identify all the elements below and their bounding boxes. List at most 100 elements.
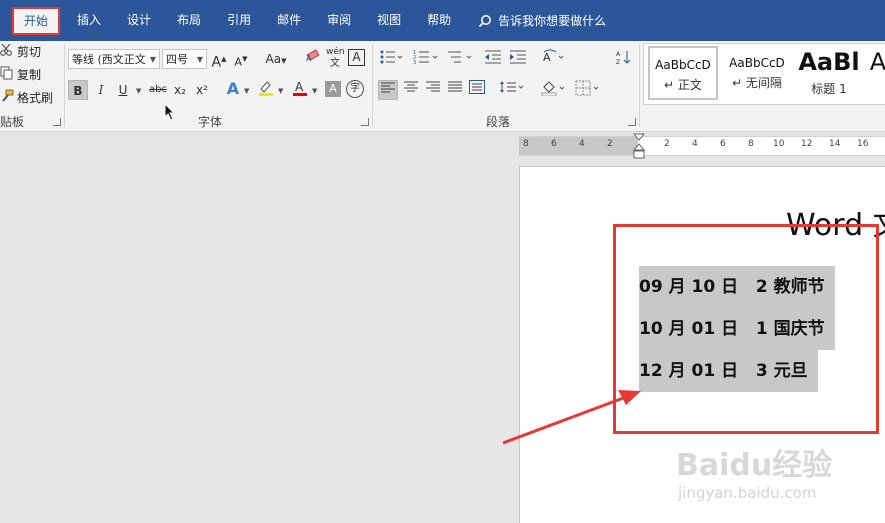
font-name-select[interactable]: 等线 (西文正文 ▼ [68, 49, 160, 69]
tell-me-search[interactable]: 告诉我你想要做什么 [478, 12, 606, 29]
ruler-number: 12 [801, 139, 813, 149]
highlighter-icon [257, 81, 275, 100]
increase-indent-button[interactable] [508, 49, 528, 69]
tab-view[interactable]: 视图 [364, 0, 414, 41]
styles-gallery[interactable]: AaBbCcD ↵ 正文 AaBbCcD ↵ 无间隔 AaBl 标题 1 A [643, 43, 885, 105]
style-heading-1[interactable]: AaBl 标题 1 [796, 46, 862, 100]
subscript-label: x₂ [174, 83, 186, 97]
tab-mailings[interactable]: 邮件 [264, 0, 314, 41]
line-spacing-button[interactable] [498, 80, 526, 100]
style-normal[interactable]: AaBbCcD ↵ 正文 [648, 46, 718, 100]
style-sample: A [869, 48, 885, 76]
search-icon [478, 14, 492, 28]
align-left-button[interactable] [378, 80, 398, 100]
align-right-icon [425, 81, 441, 97]
paragraph-launcher-icon[interactable] [628, 118, 636, 126]
bold-button[interactable]: B [68, 80, 88, 100]
tab-references[interactable]: 引用 [214, 0, 264, 41]
shrink-font-button[interactable]: A▼ [233, 49, 249, 69]
tab-design[interactable]: 设计 [114, 0, 164, 41]
subscript-button[interactable]: x₂ [171, 80, 189, 100]
style-name: ↵ 无间隔 [732, 76, 782, 90]
char-border-button[interactable]: A [348, 49, 365, 66]
distribute-icon [469, 80, 485, 97]
tab-layout[interactable]: 布局 [164, 0, 214, 41]
tab-help[interactable]: 帮助 [414, 0, 464, 41]
ruler-number: 4 [692, 139, 698, 149]
style-no-spacing[interactable]: AaBbCcD ↵ 无间隔 [722, 46, 792, 100]
font-launcher-icon[interactable] [361, 118, 369, 126]
chevron-down-icon: ▼ [149, 55, 156, 64]
distribute-button[interactable] [467, 80, 487, 100]
grow-font-button[interactable]: A▲ [211, 49, 227, 71]
font-size-select[interactable]: 四号 ▼ [162, 49, 207, 69]
decrease-indent-button[interactable] [483, 49, 503, 69]
strike-label: abc [149, 84, 167, 95]
sort-button[interactable]: AZ [614, 49, 632, 69]
chinese-layout-icon: A [542, 49, 566, 68]
chevron-down-icon: ▼ [196, 55, 203, 64]
group-divider [639, 45, 640, 127]
underline-dropdown-icon[interactable]: ▼ [136, 87, 141, 95]
tab-review[interactable]: 审阅 [314, 0, 364, 41]
change-case-button[interactable]: Aa▼ [262, 49, 290, 69]
highlight-dropdown-icon[interactable]: ▼ [278, 87, 283, 95]
align-center-icon [403, 81, 419, 97]
borders-button[interactable] [574, 80, 602, 100]
clear-format-button[interactable]: A [304, 49, 322, 69]
underline-button[interactable]: U [114, 80, 132, 100]
tab-home[interactable]: 开始 [12, 6, 61, 35]
increase-indent-icon [509, 50, 527, 68]
annotation-highlight-box [613, 224, 879, 434]
tab-insert[interactable]: 插入 [64, 0, 114, 41]
char-shading-button[interactable]: A [325, 81, 341, 97]
change-case-label: Aa [265, 52, 282, 66]
ribbon-tab-bar: 开始 插入 设计 布局 引用 邮件 审阅 视图 帮助 告诉我你想要做什么 [0, 0, 885, 41]
cut-button[interactable]: 剪切 [0, 43, 41, 60]
superscript-label: x² [196, 83, 208, 97]
eraser-icon: A [305, 49, 321, 66]
superscript-button[interactable]: x² [193, 80, 211, 100]
align-right-button[interactable] [423, 80, 443, 100]
chinese-layout-button[interactable]: A [541, 49, 567, 69]
ruler-number: 8 [523, 139, 529, 149]
italic-button[interactable]: I [92, 80, 110, 100]
format-painter-button[interactable]: 格式刷 [0, 89, 53, 106]
highlight-button[interactable] [256, 79, 276, 99]
borders-icon [575, 80, 601, 99]
multilevel-list-button[interactable] [446, 49, 474, 69]
phonetic-guide-button[interactable]: wén 文 [326, 47, 345, 69]
numbering-button[interactable]: 123 [412, 49, 440, 69]
bullets-button[interactable] [378, 49, 404, 69]
enclose-char-button[interactable]: 字 [346, 80, 364, 98]
horizontal-ruler[interactable]: 8 6 4 2 2 4 6 8 10 12 14 16 [519, 136, 885, 156]
indent-marker-icon[interactable] [632, 133, 646, 166]
copy-icon [0, 66, 14, 83]
text-effects-button[interactable]: A [224, 79, 242, 99]
sort-icon: AZ [615, 51, 631, 68]
style-heading-2[interactable]: A [866, 46, 885, 100]
justify-button[interactable] [445, 80, 465, 100]
multilevel-list-icon [447, 51, 473, 68]
copy-label: 复制 [17, 68, 42, 82]
ruler-number: 6 [551, 139, 557, 149]
ruler-number: 10 [773, 139, 785, 149]
svg-text:A: A [616, 51, 621, 58]
line-spacing-icon [499, 81, 525, 97]
shading-button[interactable] [540, 80, 568, 100]
underline-label: U [118, 83, 128, 97]
font-color-icon: A [291, 80, 309, 100]
clipboard-launcher-icon[interactable] [53, 118, 61, 126]
font-color-dropdown-icon[interactable]: ▼ [312, 87, 317, 95]
align-center-button[interactable] [401, 80, 421, 100]
copy-button[interactable]: 复制 [0, 66, 41, 83]
text-effects-dropdown-icon[interactable]: ▼ [244, 87, 249, 95]
watermark-url: jingyan.baidu.com [678, 484, 817, 502]
svg-text:Z: Z [616, 59, 620, 65]
font-color-button[interactable]: A [290, 79, 310, 99]
ruler-number: 8 [748, 139, 754, 149]
style-name: ↵ 正文 [664, 78, 702, 92]
strikethrough-button[interactable]: abc [147, 80, 169, 100]
bullets-icon [379, 50, 403, 68]
watermark-logo: Baidu经验 [676, 448, 833, 483]
